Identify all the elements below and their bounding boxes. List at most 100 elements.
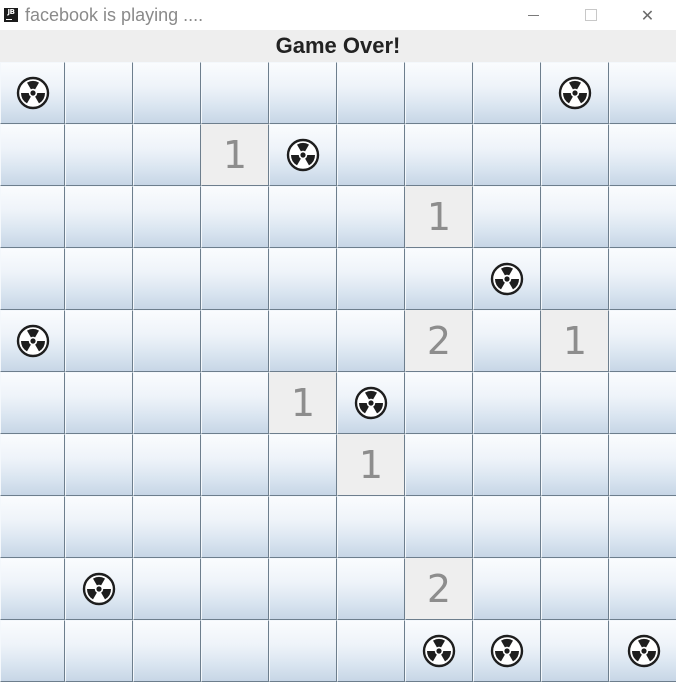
unrevealed-cell[interactable] xyxy=(201,558,269,620)
unrevealed-cell[interactable] xyxy=(405,248,473,310)
unrevealed-cell[interactable] xyxy=(133,372,201,434)
unrevealed-cell[interactable] xyxy=(133,558,201,620)
mine-cell[interactable] xyxy=(0,62,65,124)
unrevealed-cell[interactable] xyxy=(201,310,269,372)
unrevealed-cell[interactable] xyxy=(609,248,676,310)
unrevealed-cell[interactable] xyxy=(133,310,201,372)
number-cell[interactable]: 1 xyxy=(337,434,405,496)
unrevealed-cell[interactable] xyxy=(541,124,609,186)
mine-cell[interactable] xyxy=(541,62,609,124)
unrevealed-cell[interactable] xyxy=(609,186,676,248)
unrevealed-cell[interactable] xyxy=(609,62,676,124)
unrevealed-cell[interactable] xyxy=(133,496,201,558)
unrevealed-cell[interactable] xyxy=(609,372,676,434)
unrevealed-cell[interactable] xyxy=(201,496,269,558)
unrevealed-cell[interactable] xyxy=(133,620,201,682)
unrevealed-cell[interactable] xyxy=(473,310,541,372)
number-cell[interactable]: 2 xyxy=(405,310,473,372)
unrevealed-cell[interactable] xyxy=(65,310,133,372)
unrevealed-cell[interactable] xyxy=(405,496,473,558)
mine-cell[interactable] xyxy=(0,310,65,372)
unrevealed-cell[interactable] xyxy=(269,248,337,310)
mine-cell[interactable] xyxy=(65,558,133,620)
close-button[interactable]: ✕ xyxy=(619,0,676,30)
unrevealed-cell[interactable] xyxy=(609,434,676,496)
unrevealed-cell[interactable] xyxy=(269,620,337,682)
unrevealed-cell[interactable] xyxy=(0,186,65,248)
unrevealed-cell[interactable] xyxy=(337,62,405,124)
unrevealed-cell[interactable] xyxy=(473,496,541,558)
unrevealed-cell[interactable] xyxy=(0,124,65,186)
unrevealed-cell[interactable] xyxy=(337,496,405,558)
unrevealed-cell[interactable] xyxy=(541,372,609,434)
unrevealed-cell[interactable] xyxy=(269,496,337,558)
number-cell[interactable]: 1 xyxy=(201,124,269,186)
unrevealed-cell[interactable] xyxy=(541,186,609,248)
mine-cell[interactable] xyxy=(405,620,473,682)
unrevealed-cell[interactable] xyxy=(269,62,337,124)
unrevealed-cell[interactable] xyxy=(473,372,541,434)
unrevealed-cell[interactable] xyxy=(133,124,201,186)
unrevealed-cell[interactable] xyxy=(201,62,269,124)
mine-cell[interactable] xyxy=(609,620,676,682)
unrevealed-cell[interactable] xyxy=(269,558,337,620)
number-cell[interactable]: 1 xyxy=(541,310,609,372)
unrevealed-cell[interactable] xyxy=(337,558,405,620)
unrevealed-cell[interactable] xyxy=(473,434,541,496)
unrevealed-cell[interactable] xyxy=(133,434,201,496)
unrevealed-cell[interactable] xyxy=(65,248,133,310)
unrevealed-cell[interactable] xyxy=(609,124,676,186)
unrevealed-cell[interactable] xyxy=(65,124,133,186)
unrevealed-cell[interactable] xyxy=(541,620,609,682)
unrevealed-cell[interactable] xyxy=(65,434,133,496)
unrevealed-cell[interactable] xyxy=(0,558,65,620)
unrevealed-cell[interactable] xyxy=(0,248,65,310)
unrevealed-cell[interactable] xyxy=(65,186,133,248)
unrevealed-cell[interactable] xyxy=(269,434,337,496)
unrevealed-cell[interactable] xyxy=(0,620,65,682)
unrevealed-cell[interactable] xyxy=(405,62,473,124)
unrevealed-cell[interactable] xyxy=(65,372,133,434)
unrevealed-cell[interactable] xyxy=(0,496,65,558)
minimize-button[interactable] xyxy=(505,0,562,30)
unrevealed-cell[interactable] xyxy=(541,248,609,310)
mine-cell[interactable] xyxy=(473,620,541,682)
unrevealed-cell[interactable] xyxy=(337,620,405,682)
unrevealed-cell[interactable] xyxy=(0,372,65,434)
unrevealed-cell[interactable] xyxy=(405,372,473,434)
unrevealed-cell[interactable] xyxy=(133,62,201,124)
unrevealed-cell[interactable] xyxy=(201,620,269,682)
unrevealed-cell[interactable] xyxy=(65,496,133,558)
unrevealed-cell[interactable] xyxy=(65,62,133,124)
unrevealed-cell[interactable] xyxy=(473,186,541,248)
unrevealed-cell[interactable] xyxy=(405,434,473,496)
unrevealed-cell[interactable] xyxy=(609,496,676,558)
unrevealed-cell[interactable] xyxy=(269,186,337,248)
unrevealed-cell[interactable] xyxy=(201,434,269,496)
unrevealed-cell[interactable] xyxy=(201,186,269,248)
unrevealed-cell[interactable] xyxy=(473,124,541,186)
unrevealed-cell[interactable] xyxy=(201,372,269,434)
number-cell[interactable]: 2 xyxy=(405,558,473,620)
unrevealed-cell[interactable] xyxy=(337,248,405,310)
unrevealed-cell[interactable] xyxy=(337,124,405,186)
unrevealed-cell[interactable] xyxy=(0,434,65,496)
unrevealed-cell[interactable] xyxy=(201,248,269,310)
number-cell[interactable]: 1 xyxy=(405,186,473,248)
unrevealed-cell[interactable] xyxy=(541,558,609,620)
unrevealed-cell[interactable] xyxy=(609,310,676,372)
unrevealed-cell[interactable] xyxy=(541,434,609,496)
mine-cell[interactable] xyxy=(473,248,541,310)
unrevealed-cell[interactable] xyxy=(473,62,541,124)
unrevealed-cell[interactable] xyxy=(133,186,201,248)
unrevealed-cell[interactable] xyxy=(405,124,473,186)
number-cell[interactable]: 1 xyxy=(269,372,337,434)
unrevealed-cell[interactable] xyxy=(65,620,133,682)
unrevealed-cell[interactable] xyxy=(609,558,676,620)
unrevealed-cell[interactable] xyxy=(473,558,541,620)
mine-cell[interactable] xyxy=(337,372,405,434)
unrevealed-cell[interactable] xyxy=(133,248,201,310)
unrevealed-cell[interactable] xyxy=(337,186,405,248)
unrevealed-cell[interactable] xyxy=(541,496,609,558)
mine-cell[interactable] xyxy=(269,124,337,186)
